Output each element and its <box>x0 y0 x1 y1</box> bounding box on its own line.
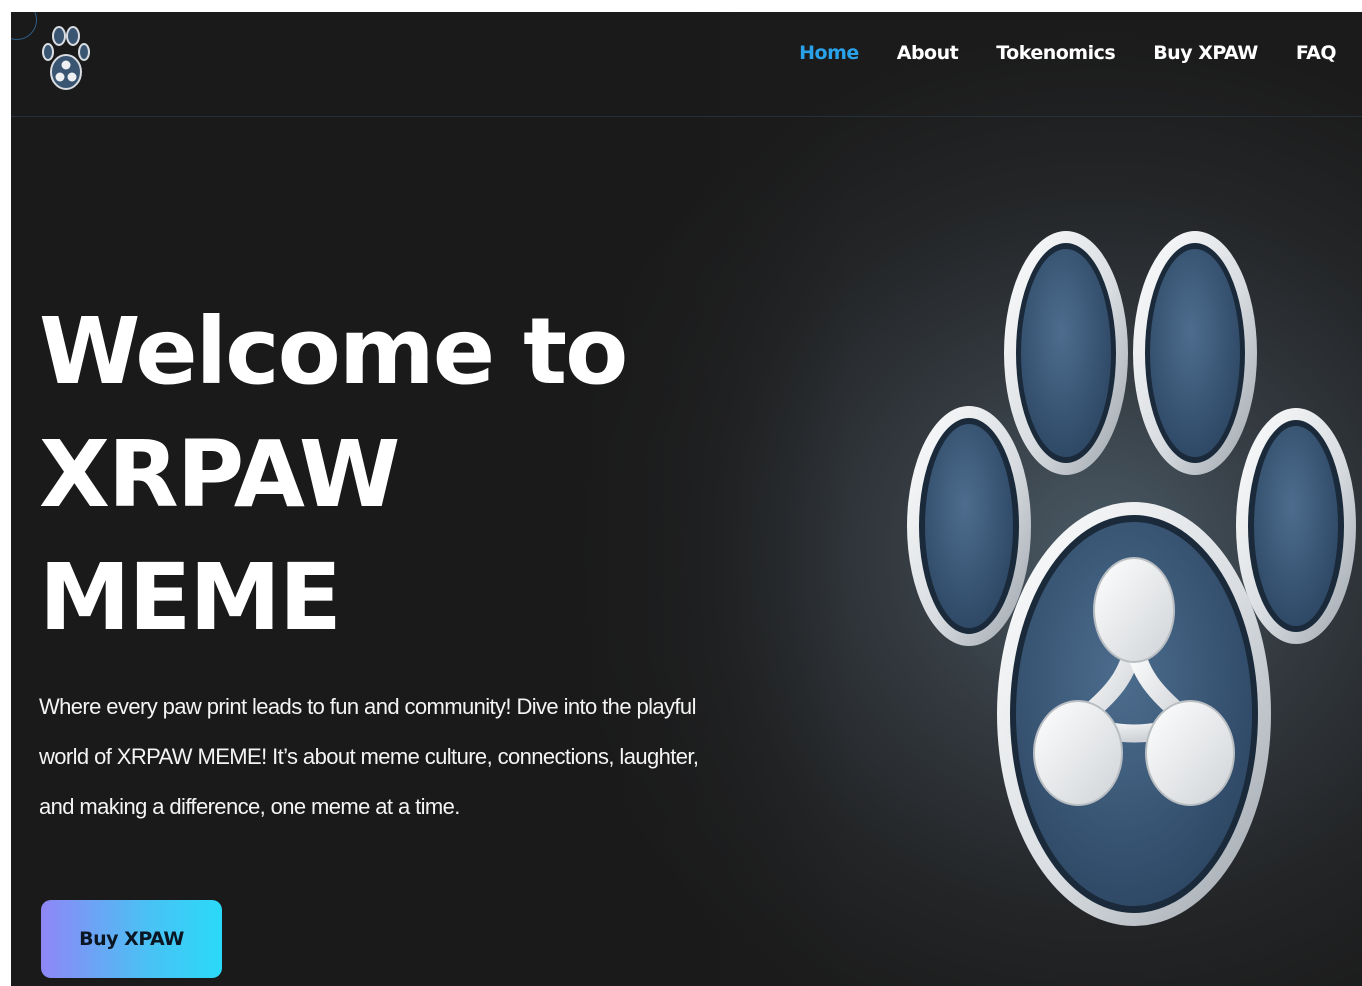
nav-link-buy-xpaw[interactable]: Buy XPAW <box>1153 42 1258 64</box>
nav-link-home[interactable]: Home <box>799 42 859 64</box>
buy-xpaw-button[interactable]: Buy XPAW <box>41 900 222 978</box>
toe-pad-1 <box>1004 231 1128 475</box>
page-frame: Home About Tokenomics Buy XPAW FAQ Welco… <box>11 12 1362 986</box>
paw-logo-icon[interactable] <box>39 22 93 98</box>
hero-title: Welcome to XRPAW MEME <box>39 290 628 659</box>
navbar: Home About Tokenomics Buy XPAW FAQ <box>11 12 1362 117</box>
hero-description: Where every paw print leads to fun and c… <box>39 694 699 819</box>
nav-links: Home About Tokenomics Buy XPAW FAQ <box>799 42 1336 64</box>
toe-pad-3 <box>907 406 1031 646</box>
hero-title-line-3: MEME <box>39 544 342 651</box>
toe-pad-2 <box>1133 231 1257 475</box>
paw-xrp-illustration-icon <box>907 231 1356 926</box>
nav-link-faq[interactable]: FAQ <box>1296 42 1337 64</box>
nav-link-tokenomics[interactable]: Tokenomics <box>996 42 1115 64</box>
toe-pad-4 <box>1236 408 1356 644</box>
hero-title-line-1: Welcome to <box>39 298 628 405</box>
hero-title-line-2: XRPAW <box>39 421 400 528</box>
nav-link-about[interactable]: About <box>897 42 959 64</box>
